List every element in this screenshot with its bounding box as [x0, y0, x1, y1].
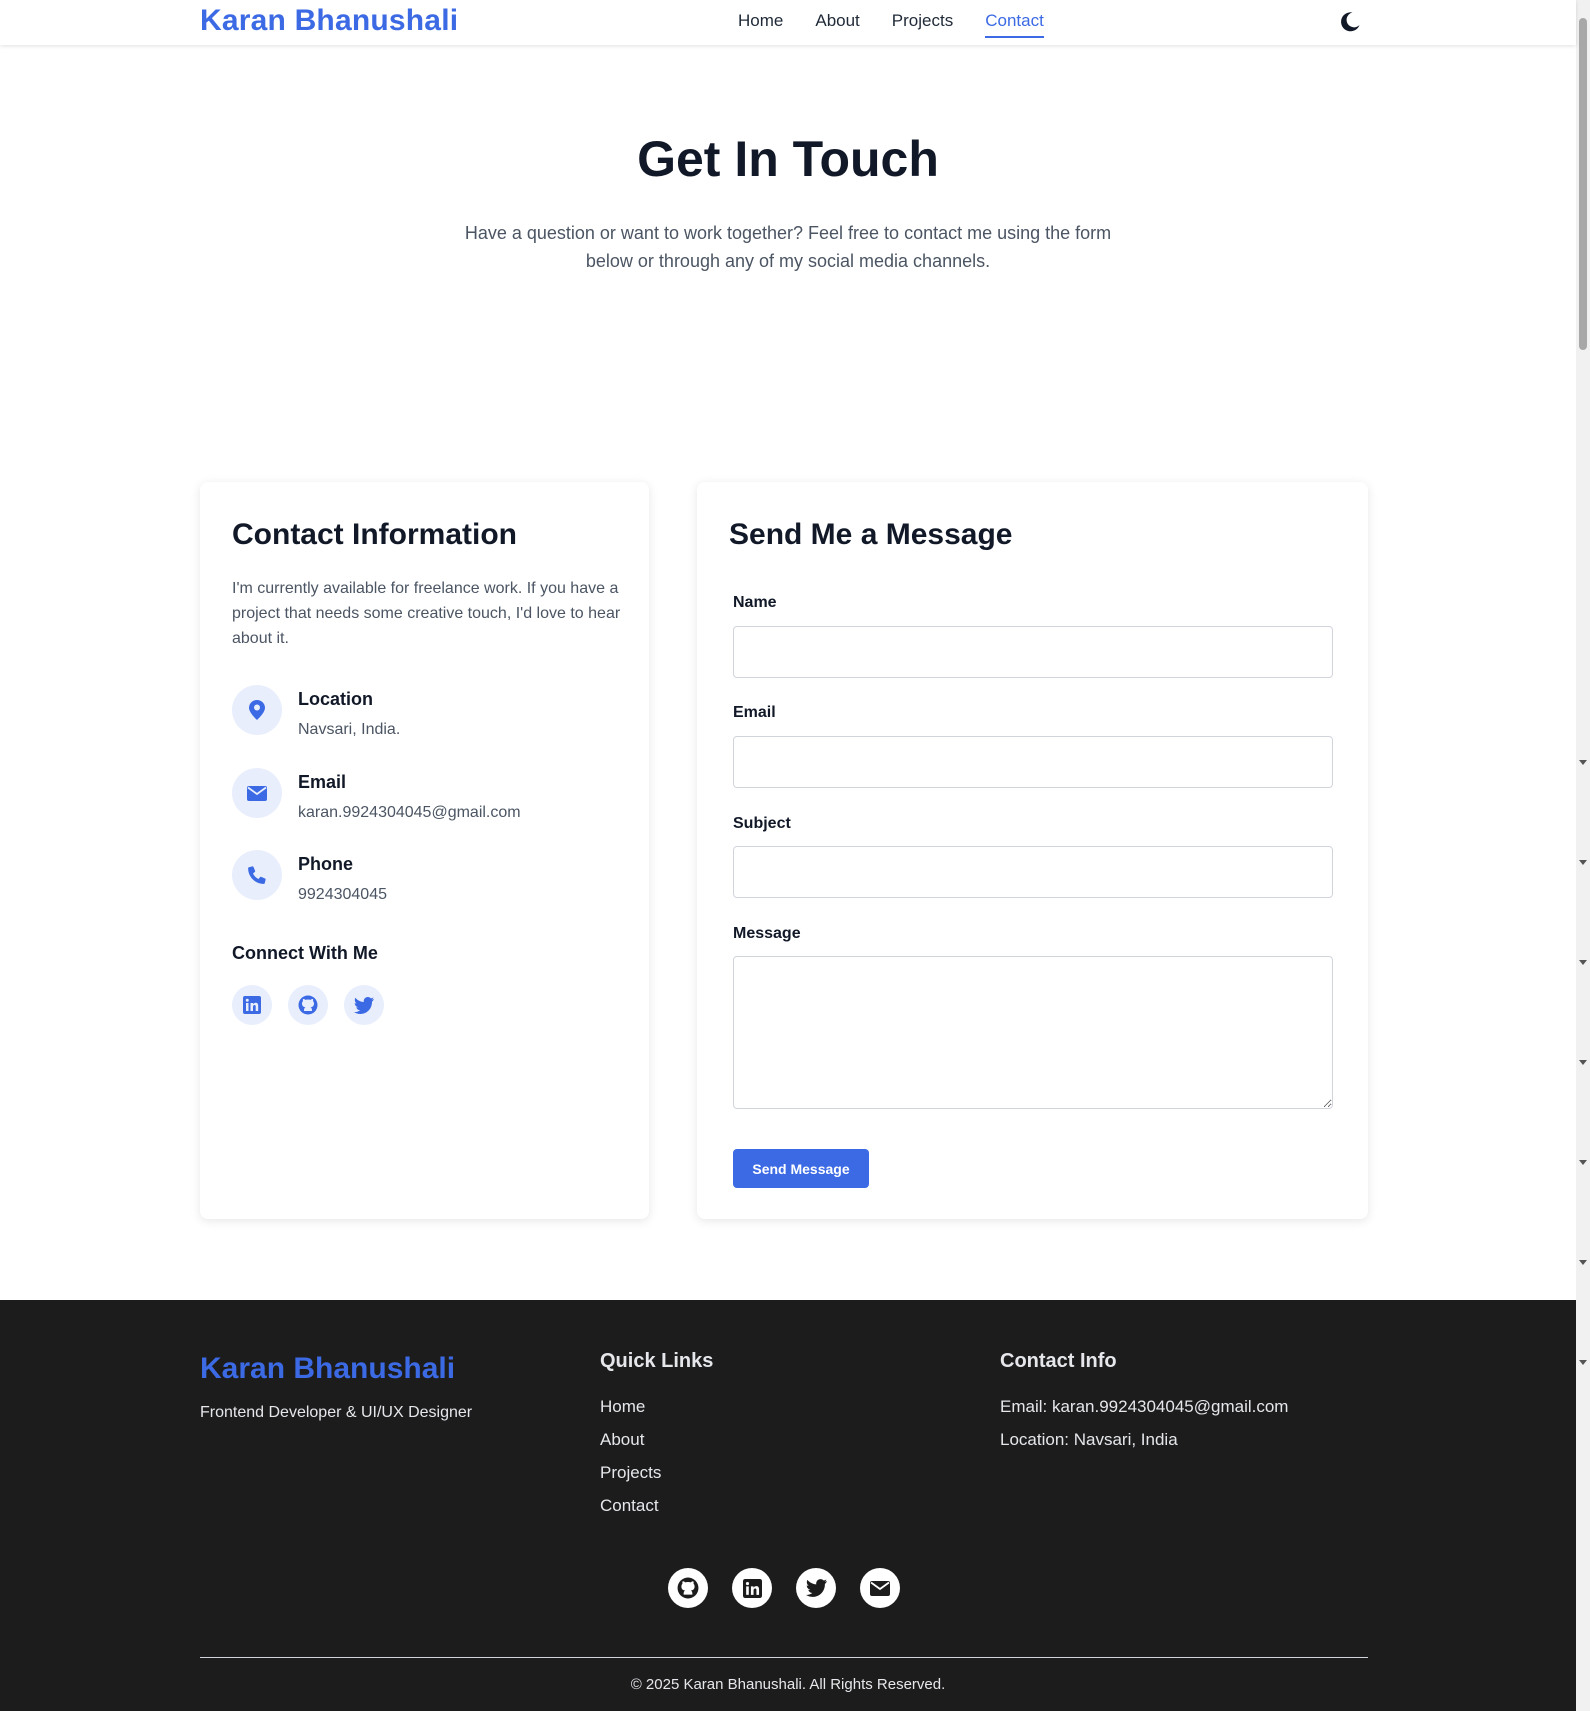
brand-logo[interactable]: Karan Bhanushali	[200, 4, 458, 38]
nav-contact[interactable]: Contact	[985, 11, 1044, 38]
footer-link-contact[interactable]: Contact	[600, 1496, 659, 1516]
message-label: Message	[733, 925, 801, 942]
twitter-icon[interactable]	[344, 985, 384, 1025]
phone-icon	[232, 850, 282, 900]
email-label: Email	[733, 704, 776, 721]
contact-item-label: Phone	[298, 854, 354, 874]
contact-info-description: I'm currently available for freelance wo…	[232, 580, 621, 647]
footer-brand: Karan Bhanushali	[200, 1352, 456, 1385]
footer-contact-title: Contact Info	[1000, 1350, 1117, 1372]
github-icon[interactable]	[668, 1568, 708, 1608]
nav-projects[interactable]: Projects	[892, 11, 953, 38]
page-subtitle: Have a question or want to work together…	[464, 223, 1112, 271]
scroll-marker	[1579, 760, 1587, 765]
contact-item-value: karan.9924304045@gmail.com	[298, 804, 521, 821]
page-title: Get In Touch	[637, 131, 939, 187]
moon-icon[interactable]	[1338, 10, 1362, 34]
subject-field[interactable]	[733, 846, 1333, 898]
github-icon[interactable]	[288, 985, 328, 1025]
nav-home[interactable]: Home	[738, 11, 783, 38]
message-field[interactable]	[733, 956, 1333, 1109]
twitter-icon[interactable]	[796, 1568, 836, 1608]
email-field[interactable]	[733, 736, 1333, 788]
site-footer: Karan Bhanushali Frontend Developer & UI…	[0, 1300, 1576, 1711]
quick-links-title: Quick Links	[600, 1350, 714, 1372]
copyright-text: © 2025 Karan Bhanushali. All Rights Rese…	[630, 1676, 946, 1693]
footer-link-projects[interactable]: Projects	[600, 1463, 661, 1483]
send-message-button[interactable]: Send Message	[733, 1149, 869, 1188]
footer-tagline: Frontend Developer & UI/UX Designer	[200, 1404, 473, 1421]
name-label: Name	[733, 594, 777, 611]
footer-contact-location: Location: Navsari, India	[1000, 1430, 1178, 1449]
site-header: Karan Bhanushali Home About Projects Con…	[0, 0, 1576, 45]
footer-link-home[interactable]: Home	[600, 1397, 645, 1417]
subject-label: Subject	[733, 815, 791, 832]
message-form-card: Send Me a Message Name Email Subject Mes…	[697, 482, 1368, 1219]
contact-info-title: Contact Information	[232, 518, 517, 551]
page-scrollbar[interactable]	[1576, 0, 1590, 1711]
footer-contact-email: Email: karan.9924304045@gmail.com	[1000, 1397, 1289, 1416]
main-nav: Home About Projects Contact	[738, 11, 1044, 38]
scroll-marker	[1579, 1360, 1587, 1365]
scroll-marker	[1579, 1160, 1587, 1165]
scroll-marker	[1579, 860, 1587, 865]
scroll-marker	[1579, 1060, 1587, 1065]
scroll-marker	[1579, 1260, 1587, 1265]
linkedin-icon[interactable]	[232, 985, 272, 1025]
contact-info-card: Contact Information I'm currently availa…	[200, 482, 649, 1219]
linkedin-icon[interactable]	[732, 1568, 772, 1608]
name-field[interactable]	[733, 626, 1333, 678]
contact-item-label: Email	[298, 772, 347, 792]
footer-divider	[200, 1657, 1368, 1658]
form-title: Send Me a Message	[729, 518, 1013, 551]
contact-item-value: 9924304045	[298, 886, 387, 903]
scroll-marker	[1579, 960, 1587, 965]
connect-title: Connect With Me	[232, 943, 378, 963]
scrollbar-thumb[interactable]	[1579, 18, 1587, 350]
envelope-icon[interactable]	[860, 1568, 900, 1608]
envelope-icon	[232, 768, 282, 818]
footer-link-about[interactable]: About	[600, 1430, 644, 1450]
location-pin-icon	[232, 685, 282, 735]
nav-about[interactable]: About	[815, 11, 859, 38]
contact-item-value: Navsari, India.	[298, 721, 401, 738]
contact-item-label: Location	[298, 689, 373, 709]
